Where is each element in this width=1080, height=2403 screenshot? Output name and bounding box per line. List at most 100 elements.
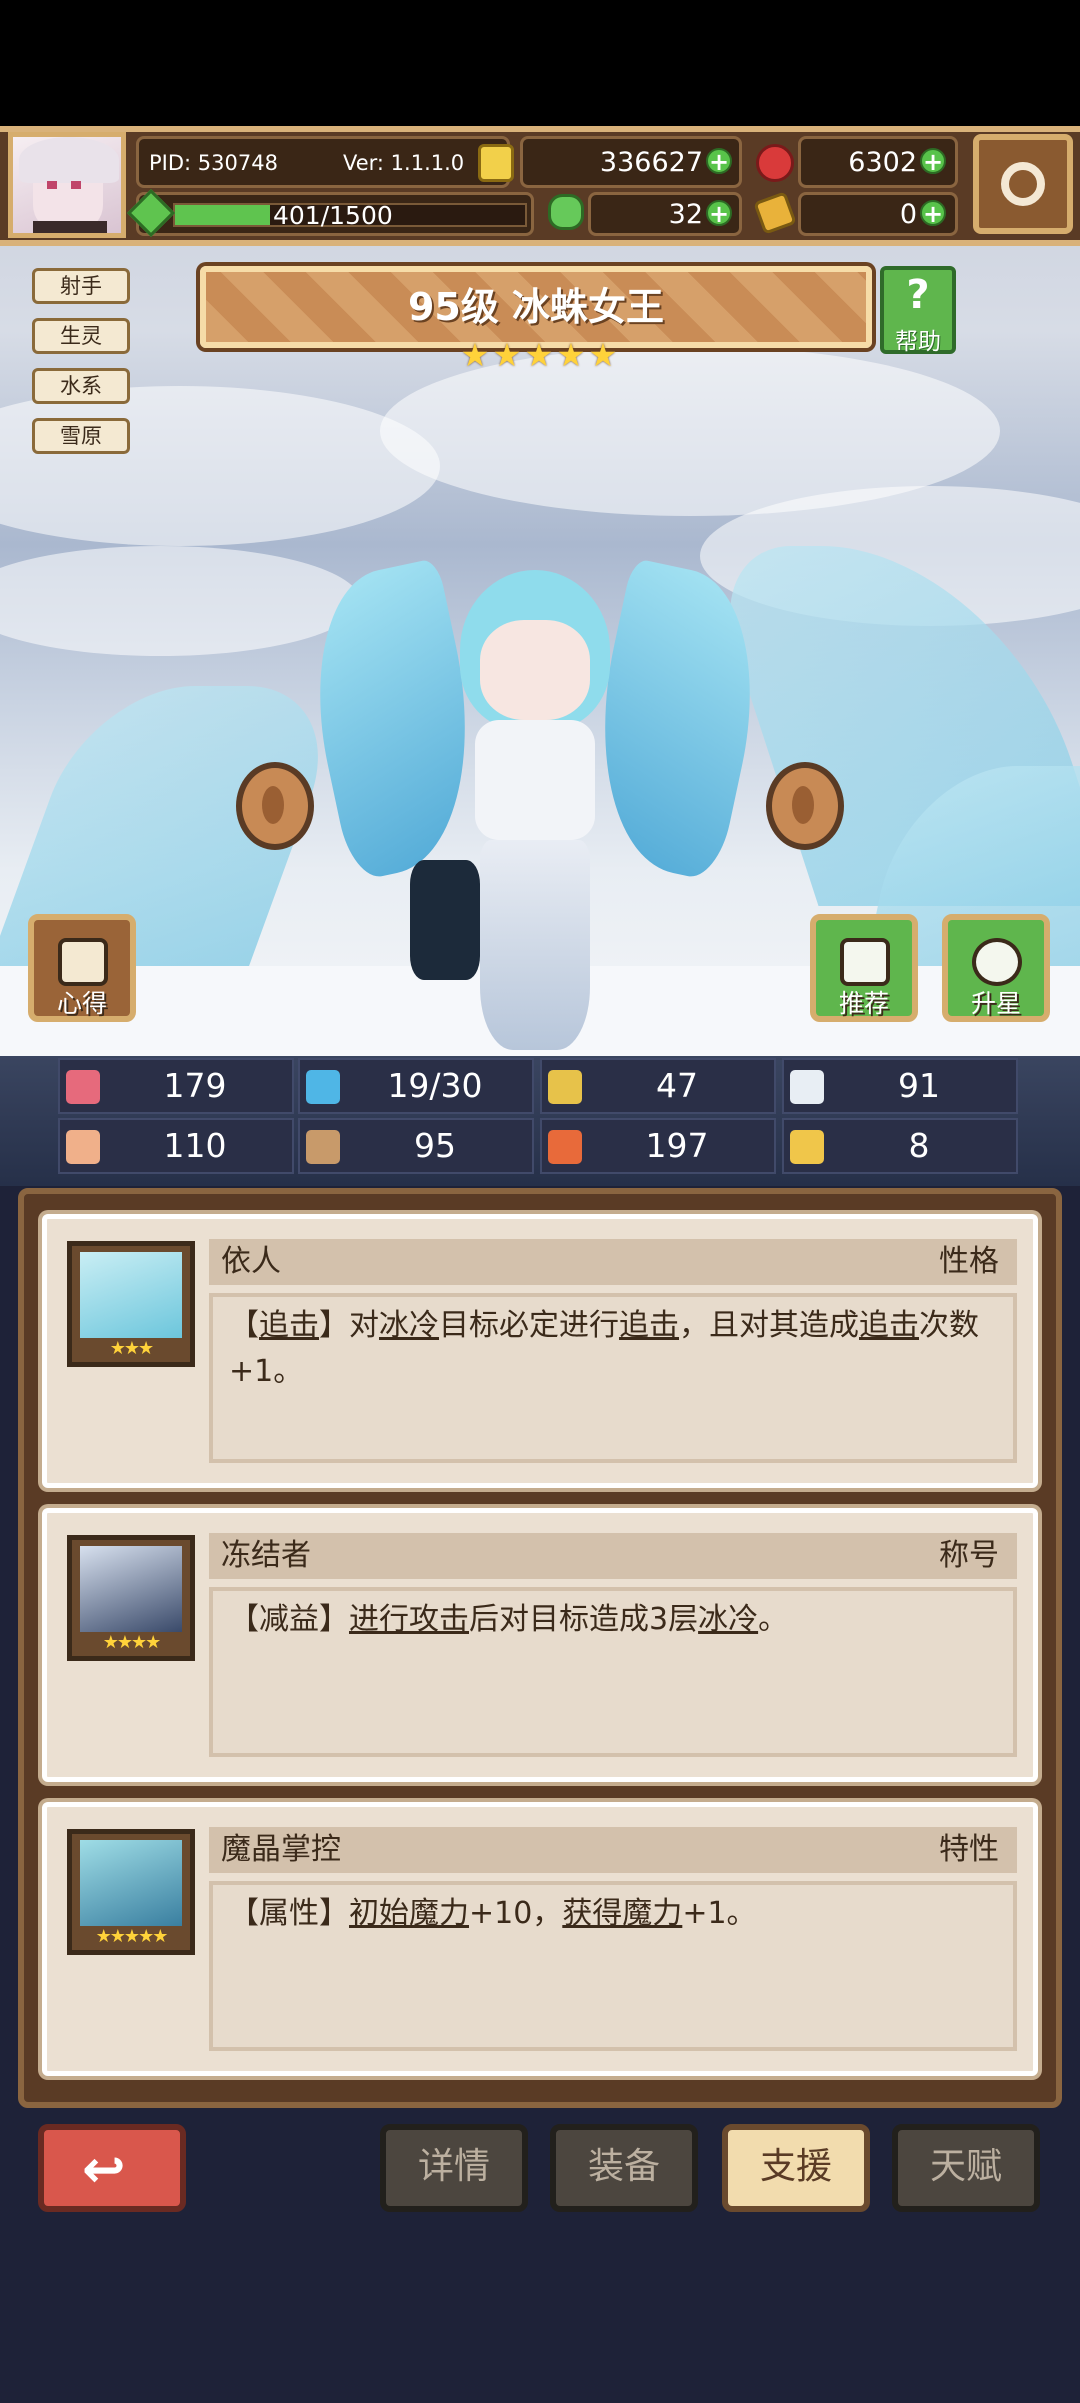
star-badge-icon <box>972 938 1022 986</box>
card-type: 称号 <box>939 1538 999 1573</box>
wing-icon <box>790 1070 824 1104</box>
support-portrait: ★★★ <box>67 1241 195 1367</box>
support-portrait: ★★★★★ <box>67 1829 195 1955</box>
thumbs-up-icon <box>840 938 890 986</box>
stat-value: 179 <box>163 1066 227 1105</box>
insight-button[interactable]: 心得 <box>28 914 136 1022</box>
heart-icon <box>66 1070 100 1104</box>
stat-value: 110 <box>163 1126 227 1165</box>
hero-star-icon: ★ <box>588 336 618 374</box>
description-text: 【 <box>229 1308 259 1343</box>
keyword-link[interactable]: 追击 <box>259 1308 319 1343</box>
title-card[interactable]: ★★★★ 冻结者 称号【减益】进行攻击后对目标造成3层冰冷。 <box>42 1508 1038 1782</box>
personality-card[interactable]: ★★★ 依人 性格【追击】对冰冷目标必定进行追击，且对其造成追击次数+1。 <box>42 1214 1038 1488</box>
gold-amount: 336627 <box>599 147 703 178</box>
description-text: +1。 <box>682 1896 757 1931</box>
game-version: Ver: 1.1.1.0 <box>343 151 465 175</box>
tag-element: 水系 <box>32 368 130 404</box>
card-icon <box>548 1130 582 1164</box>
stat-cell: 47 <box>540 1058 776 1114</box>
stat-cell: 8 <box>782 1118 1018 1174</box>
stat-cell: 110 <box>58 1118 294 1174</box>
portrait-star-rating: ★★★ <box>109 1338 154 1359</box>
card-description: 【追击】对冰冷目标必定进行追击，且对其造成追击次数+1。 <box>209 1293 1017 1463</box>
portrait-image <box>80 1840 182 1926</box>
stamina-value: 401/1500 <box>273 201 393 230</box>
keyword-link[interactable]: 追击 <box>859 1308 919 1343</box>
water-drop-icon <box>306 1070 340 1104</box>
description-text: 。 <box>758 1602 789 1637</box>
tab-equipment[interactable]: 装备 <box>550 2124 698 2212</box>
keyword-link[interactable]: 追击 <box>619 1308 679 1343</box>
add-gem-button[interactable]: + <box>920 148 946 174</box>
key-amount: 0 <box>899 199 917 230</box>
clover-amount: 32 <box>668 199 703 230</box>
card-name: 冻结者 <box>209 1533 1017 1579</box>
description-text: 后对目标造成3层 <box>469 1602 699 1637</box>
recommend-button[interactable]: 推荐 <box>810 914 918 1022</box>
description-text: 】对 <box>319 1308 379 1343</box>
stat-cell: 179 <box>58 1058 294 1114</box>
description-text: +10， <box>469 1896 563 1931</box>
player-id: PID: 530748 <box>149 151 278 175</box>
description-text: 【减益】 <box>229 1602 349 1637</box>
keyword-link[interactable]: 冰冷 <box>379 1308 439 1343</box>
hero-star-icon: ★ <box>556 336 586 374</box>
add-gold-button[interactable]: + <box>706 148 732 174</box>
horseshoe-icon <box>790 1130 824 1164</box>
settings-button[interactable] <box>973 134 1073 234</box>
card-description: 【减益】进行攻击后对目标造成3层冰冷。 <box>209 1587 1017 1757</box>
trait-card[interactable]: ★★★★★ 魔晶掌控 特性【属性】初始魔力+10，获得魔力+1。 <box>42 1802 1038 2076</box>
gem-amount: 6302 <box>848 147 917 178</box>
description-text: 【属性】 <box>229 1896 349 1931</box>
portrait-image <box>80 1252 182 1338</box>
keyword-link[interactable]: 获得魔力 <box>562 1896 682 1931</box>
keyword-link[interactable]: 冰冷 <box>698 1602 758 1637</box>
stat-cell: 95 <box>298 1118 534 1174</box>
question-icon: ? <box>906 272 930 318</box>
hero-title: 95级 冰蛛女王 <box>407 285 665 329</box>
tab-support[interactable]: 支援 <box>722 2124 870 2212</box>
card-type: 性格 <box>939 1244 999 1279</box>
status-bar <box>0 0 1080 126</box>
red-gem-icon <box>756 144 794 182</box>
scroll-icon <box>58 938 108 986</box>
stat-value: 95 <box>414 1126 456 1165</box>
add-key-button[interactable]: + <box>920 200 946 226</box>
next-hero-button[interactable] <box>766 762 844 850</box>
stat-cell: 19/30 <box>298 1058 534 1114</box>
tag-terrain: 雪原 <box>32 418 130 454</box>
stat-value: 197 <box>645 1126 709 1165</box>
card-type: 特性 <box>939 1832 999 1867</box>
tab-talent[interactable]: 天赋 <box>892 2124 1040 2212</box>
book-icon <box>306 1130 340 1164</box>
portrait-star-rating: ★★★★ <box>102 1632 162 1653</box>
player-avatar[interactable] <box>8 132 126 238</box>
hero-character-sprite <box>290 557 780 1050</box>
card-name: 魔晶掌控 <box>209 1827 1017 1873</box>
add-clover-button[interactable]: + <box>706 200 732 226</box>
shield-icon <box>548 1070 582 1104</box>
stat-value: 8 <box>908 1126 930 1165</box>
hero-star-icon: ★ <box>524 336 554 374</box>
star-up-button[interactable]: 升星 <box>942 914 1050 1022</box>
portrait-image <box>80 1546 182 1632</box>
keyword-link[interactable]: 初始魔力 <box>349 1896 469 1931</box>
back-button[interactable]: ↩ <box>38 2124 186 2212</box>
tab-details[interactable]: 详情 <box>380 2124 528 2212</box>
keyword-link[interactable]: 进行攻击 <box>349 1602 469 1637</box>
card-name: 依人 <box>209 1239 1017 1285</box>
help-label: 帮助 <box>895 329 941 355</box>
description-text: 目标必定进行 <box>439 1308 619 1343</box>
card-description: 【属性】初始魔力+10，获得魔力+1。 <box>209 1881 1017 2051</box>
portrait-star-rating: ★★★★★ <box>95 1926 169 1947</box>
clover-icon <box>548 194 584 230</box>
previous-hero-button[interactable] <box>236 762 314 850</box>
stamina-bar-fill <box>175 205 270 225</box>
fist-icon <box>66 1130 100 1164</box>
help-button[interactable]: ? 帮助 <box>880 266 956 355</box>
hero-star-icon: ★ <box>460 336 490 374</box>
recommend-label: 推荐 <box>838 989 889 1018</box>
gold-coin-icon <box>478 144 514 182</box>
tag-class: 射手 <box>32 268 130 304</box>
